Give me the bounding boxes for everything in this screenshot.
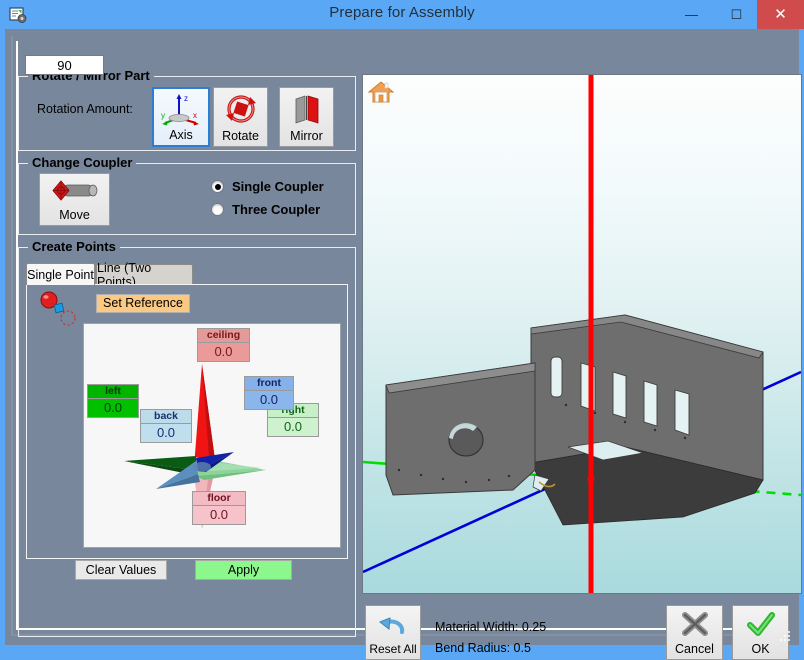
radio-single-coupler[interactable]: Single Coupler: [211, 179, 324, 194]
x-cross-icon: [680, 606, 710, 642]
axis-value-ceiling-value[interactable]: 0.0: [198, 343, 249, 361]
radio-three-coupler-dot: [211, 203, 224, 216]
tab-single-point-label: Single Point: [27, 267, 94, 282]
minimize-icon: —: [685, 7, 698, 22]
axis-value-left-label: left: [88, 385, 138, 399]
rotation-amount-input[interactable]: [25, 55, 104, 75]
maximize-icon: ☐: [730, 7, 743, 22]
bend-radius-text: Bend Radius: 0.5: [435, 641, 531, 655]
close-icon: ✕: [774, 6, 787, 23]
axis-value-diagram[interactable]: ceiling 0.0 floor 0.0 left 0.0 right 0.0…: [83, 323, 341, 548]
minimize-button[interactable]: —: [669, 0, 714, 29]
mirror-planes-icon: [290, 88, 324, 129]
cancel-button-label: Cancel: [675, 642, 714, 656]
radio-three-coupler-label: Three Coupler: [232, 202, 321, 217]
axis-value-left[interactable]: left 0.0: [87, 384, 139, 418]
home-icon[interactable]: [367, 79, 395, 105]
clear-values-button-label: Clear Values: [85, 563, 157, 577]
axis-value-back[interactable]: back 0.0: [140, 409, 192, 443]
maximize-button[interactable]: ☐: [714, 0, 759, 29]
axis-value-left-value[interactable]: 0.0: [88, 399, 138, 417]
circular-rotate-icon: [224, 88, 258, 129]
axis-value-ceiling-label: ceiling: [198, 329, 249, 343]
create-points-group-label: Create Points: [28, 239, 120, 254]
rotate-button-label: Rotate: [222, 129, 259, 143]
mirror-button-label: Mirror: [290, 129, 323, 143]
xyz-axis-icon: z x y: [159, 89, 203, 128]
radio-single-coupler-dot: [211, 180, 224, 193]
apply-button[interactable]: Apply: [195, 560, 292, 580]
radio-three-coupler[interactable]: Three Coupler: [211, 202, 320, 217]
radio-single-coupler-label: Single Coupler: [232, 179, 324, 194]
rotation-amount-label: Rotation Amount:: [37, 102, 133, 116]
axis-value-floor[interactable]: floor 0.0: [192, 491, 246, 525]
set-reference-button[interactable]: Set Reference: [96, 294, 190, 313]
tab-line-two-points[interactable]: Line (Two Points): [96, 261, 193, 289]
mirror-button[interactable]: Mirror: [279, 87, 334, 147]
reset-all-button[interactable]: Reset All: [365, 605, 421, 660]
material-width-text: Material Width: 0.25: [435, 620, 547, 634]
axis-button[interactable]: z x y Axis: [152, 87, 210, 147]
move-coupler-button[interactable]: Move: [39, 173, 110, 226]
title-bar: Prepare for Assembly — ☐ ✕: [0, 0, 804, 29]
cancel-button[interactable]: Cancel: [666, 605, 723, 660]
undo-arrow-icon: [378, 606, 408, 642]
bracket-model: [385, 314, 764, 526]
axis-button-label: Axis: [169, 128, 193, 142]
ok-button-label: OK: [751, 642, 770, 656]
axis-value-floor-value[interactable]: 0.0: [193, 506, 245, 524]
reset-all-button-label: Reset All: [369, 642, 417, 656]
axis-value-floor-label: floor: [193, 492, 245, 506]
clear-values-button[interactable]: Clear Values: [75, 560, 167, 580]
rotate-button[interactable]: Rotate: [213, 87, 268, 147]
axis-value-front-value[interactable]: 0.0: [245, 391, 293, 409]
single-point-tab-panel: Set Reference ceiling 0.0 floor 0.0 left…: [26, 284, 348, 580]
move-coupler-icon: [47, 174, 103, 208]
apply-button-label: Apply: [227, 563, 260, 577]
resize-grip[interactable]: [780, 628, 792, 641]
axis-value-front[interactable]: front 0.0: [244, 376, 294, 410]
axis-value-back-value[interactable]: 0.0: [141, 424, 191, 442]
axis-value-front-label: front: [245, 377, 293, 391]
close-button[interactable]: ✕: [757, 0, 804, 29]
set-reference-button-label: Set Reference: [103, 296, 183, 310]
part-info-block: Material Width: 0.25 Bend Radius: 0.5: [435, 617, 546, 659]
dialog-window: Prepare for Assembly — ☐ ✕ Rotate / Mirr…: [0, 0, 804, 660]
point-reference-icon: [37, 291, 81, 327]
change-coupler-group-label: Change Coupler: [28, 155, 137, 170]
viewport-scene: [363, 75, 801, 593]
move-coupler-button-label: Move: [59, 208, 90, 222]
axis-value-back-label: back: [141, 410, 191, 424]
svg-text:y: y: [161, 111, 165, 120]
svg-text:x: x: [193, 111, 197, 120]
axis-value-right-value[interactable]: 0.0: [268, 418, 318, 436]
tab-single-point[interactable]: Single Point: [26, 263, 95, 285]
svg-text:z: z: [184, 94, 188, 103]
dialog-client-area: Rotate / Mirror Part Rotation Amount: z …: [5, 29, 802, 660]
3d-viewport[interactable]: [362, 74, 802, 594]
check-mark-icon: [746, 606, 776, 642]
axis-value-ceiling[interactable]: ceiling 0.0: [197, 328, 250, 362]
